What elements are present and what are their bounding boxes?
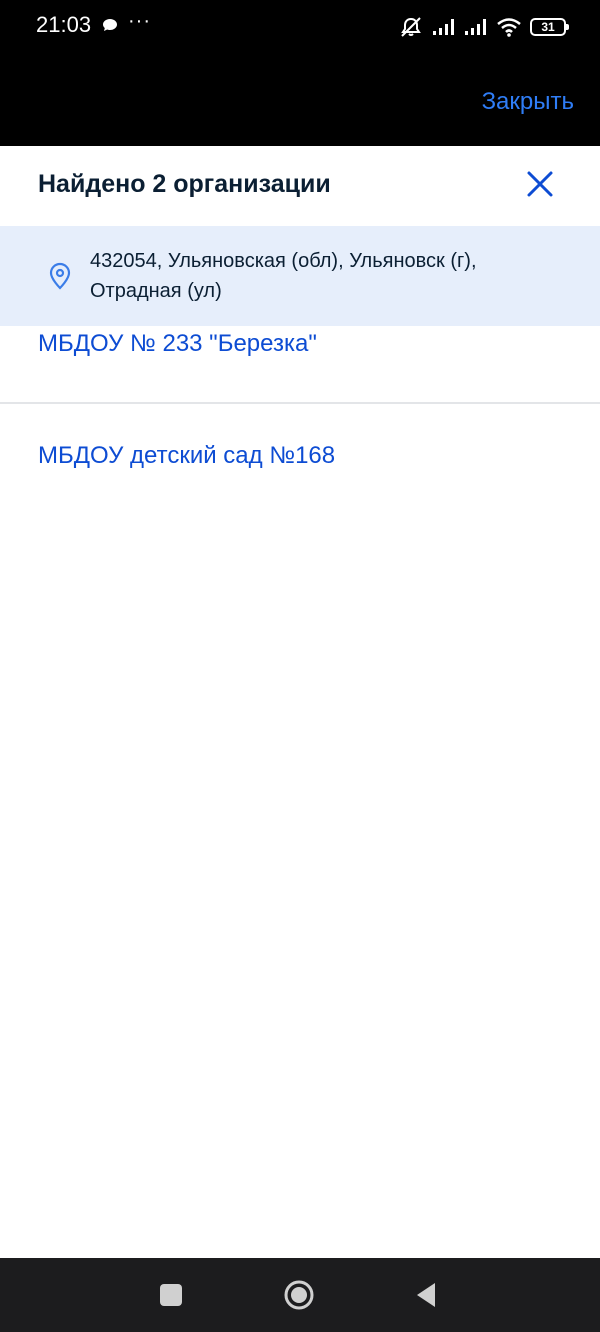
location-pin-icon: [49, 262, 71, 290]
status-more-icon: ···: [128, 10, 151, 32]
list-item[interactable]: МБДОУ № 233 "Березка": [0, 326, 600, 404]
signal-icon: [433, 19, 454, 35]
wifi-icon: [497, 18, 521, 37]
address-banner: 432054, Ульяновская (обл), Ульяновск (г)…: [0, 226, 600, 326]
status-bar: 21:03 ··· 31: [0, 0, 600, 54]
mute-icon: [401, 17, 421, 37]
address-text: 432054, Ульяновская (обл), Ульяновск (г)…: [90, 250, 477, 302]
signal-icon-2: [465, 19, 486, 35]
back-icon[interactable]: [410, 1278, 444, 1312]
recent-apps-icon[interactable]: [154, 1278, 188, 1312]
list-item[interactable]: МБДОУ детский сад №168: [0, 430, 600, 490]
status-icons: 31: [398, 14, 569, 40]
battery-icon: 31: [530, 18, 569, 36]
navigation-bar: [0, 1258, 600, 1332]
sheet-header: Найдено 2 организации: [0, 146, 600, 226]
page-title: Найдено 2 организации: [38, 170, 331, 198]
top-dark-area: 21:03 ··· 31 Закрыть: [0, 0, 600, 146]
battery-level: 31: [541, 20, 555, 34]
org-link[interactable]: МБДОУ № 233 "Березка": [38, 330, 317, 358]
screen: 21:03 ··· 31 Закрыть Найдено 2 организац…: [0, 0, 600, 1332]
close-icon[interactable]: [524, 168, 556, 200]
home-icon[interactable]: [282, 1278, 316, 1312]
close-link[interactable]: Закрыть: [482, 88, 574, 116]
chat-bubble-icon: [103, 19, 117, 31]
status-time: 21:03: [36, 12, 92, 37]
org-link[interactable]: МБДОУ детский сад №168: [38, 442, 335, 470]
